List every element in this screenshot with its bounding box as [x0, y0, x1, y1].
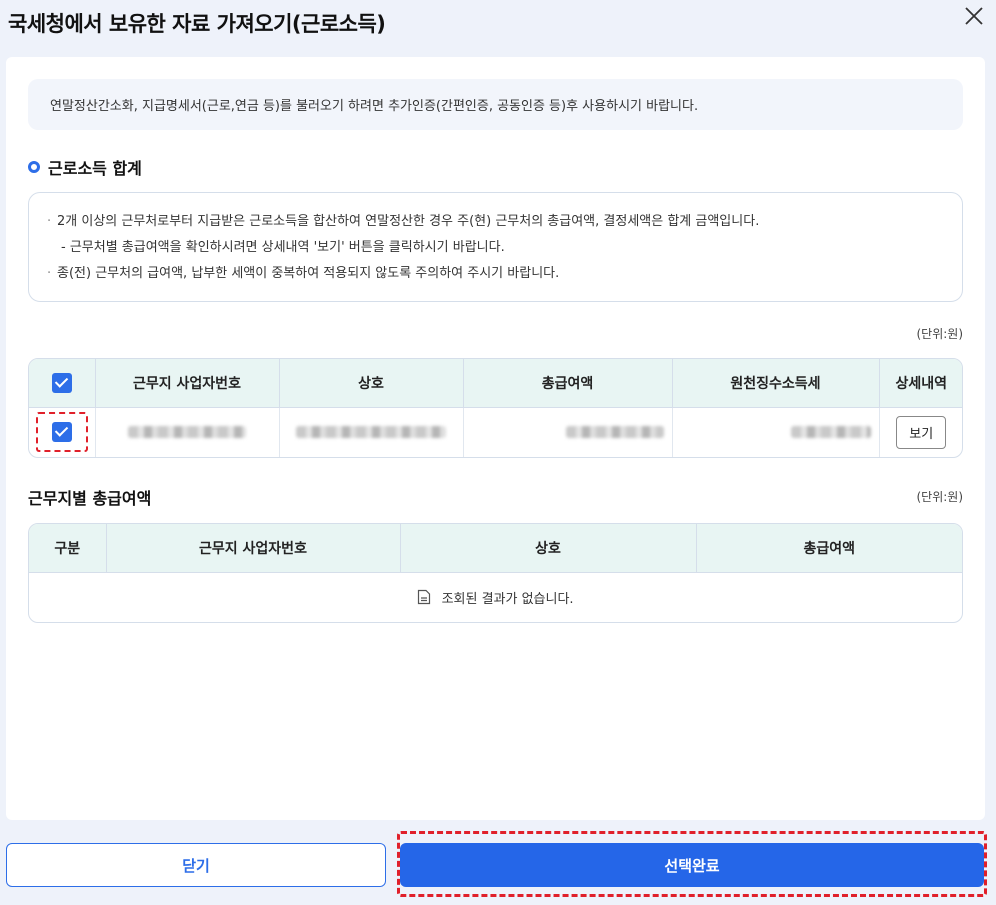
redacted-business-number: [128, 426, 246, 439]
by-workplace-table-header: 구분 근무지 사업자번호 상호 총급여액: [29, 524, 962, 573]
col-company-name: 상호: [400, 524, 697, 573]
redacted-total-salary: [565, 426, 664, 439]
table-row: 보기: [29, 407, 962, 457]
select-all-cell: [29, 359, 96, 408]
row-select-cell: [29, 407, 96, 457]
business-number-cell: [95, 407, 280, 457]
by-workplace-title: 근무지별 총급여액: [28, 489, 152, 508]
company-name-cell: [279, 407, 464, 457]
row-checkbox-highlight: [35, 412, 88, 453]
close-icon[interactable]: [962, 4, 986, 28]
col-total-salary: 총급여액: [696, 524, 962, 573]
col-business-number: 근무지 사업자번호: [95, 359, 280, 408]
col-company-name: 상호: [279, 359, 464, 408]
summary-table-header: 근무지 사업자번호 상호 총급여액 원천징수소득세 상세내역: [29, 359, 962, 408]
dialog-header: 국세청에서 보유한 자료 가져오기(근로소득): [0, 0, 996, 56]
col-total-salary: 총급여액: [463, 359, 673, 408]
summary-unit-label: (단위:원): [916, 327, 963, 341]
confirm-selection-button[interactable]: 선택완료: [400, 843, 984, 887]
auth-notice: 연말정산간소화, 지급명세서(근로,연금 등)를 불러오기 하려면 추가인증(간…: [28, 79, 963, 130]
dialog-body: 연말정산간소화, 지급명세서(근로,연금 등)를 불러오기 하려면 추가인증(간…: [6, 57, 985, 820]
row-checkbox[interactable]: [51, 422, 72, 443]
detail-cell: 보기: [879, 407, 962, 457]
info-subline: - 근무처별 총급여액을 확인하시려면 상세내역 '보기' 버튼을 클릭하시기 …: [61, 240, 505, 255]
col-category: 구분: [29, 524, 107, 573]
redacted-company-name: [296, 426, 446, 439]
empty-row: 조회된 결과가 없습니다.: [29, 572, 962, 622]
redacted-withholding-tax: [790, 426, 871, 439]
by-workplace-unit-label: (단위:원): [916, 490, 963, 504]
view-detail-button[interactable]: 보기: [896, 415, 947, 449]
bullet-ring-icon: [28, 161, 40, 173]
summary-info-box: 2개 이상의 근무처로부터 지급받은 근로소득을 합산하여 연말정산한 경우 주…: [28, 192, 963, 302]
withholding-tax-cell: [672, 407, 880, 457]
info-line: 종(전) 근무처의 급여액, 납부한 세액이 중복하여 적용되지 않도록 주의하…: [47, 261, 962, 287]
col-withholding-tax: 원천징수소득세: [672, 359, 880, 408]
by-workplace-table: 구분 근무지 사업자번호 상호 총급여액 조회된 결과가 없습니다.: [28, 523, 963, 623]
summary-table: 근무지 사업자번호 상호 총급여액 원천징수소득세 상세내역 보기: [28, 358, 963, 458]
info-line: 2개 이상의 근무처로부터 지급받은 근로소득을 합산하여 연말정산한 경우 주…: [47, 209, 962, 235]
col-business-number: 근무지 사업자번호: [106, 524, 401, 573]
empty-message-cell: 조회된 결과가 없습니다.: [29, 572, 962, 622]
close-button[interactable]: 닫기: [6, 843, 386, 887]
empty-message: 조회된 결과가 없습니다.: [441, 591, 574, 607]
summary-section-title: 근로소득 합계: [28, 155, 142, 179]
col-detail: 상세내역: [879, 359, 962, 408]
select-all-checkbox[interactable]: [51, 372, 72, 393]
dialog-title: 국세청에서 보유한 자료 가져오기(근로소득): [8, 12, 386, 36]
summary-title-text: 근로소득 합계: [48, 159, 142, 178]
document-icon: [418, 590, 431, 605]
total-salary-cell: [463, 407, 673, 457]
